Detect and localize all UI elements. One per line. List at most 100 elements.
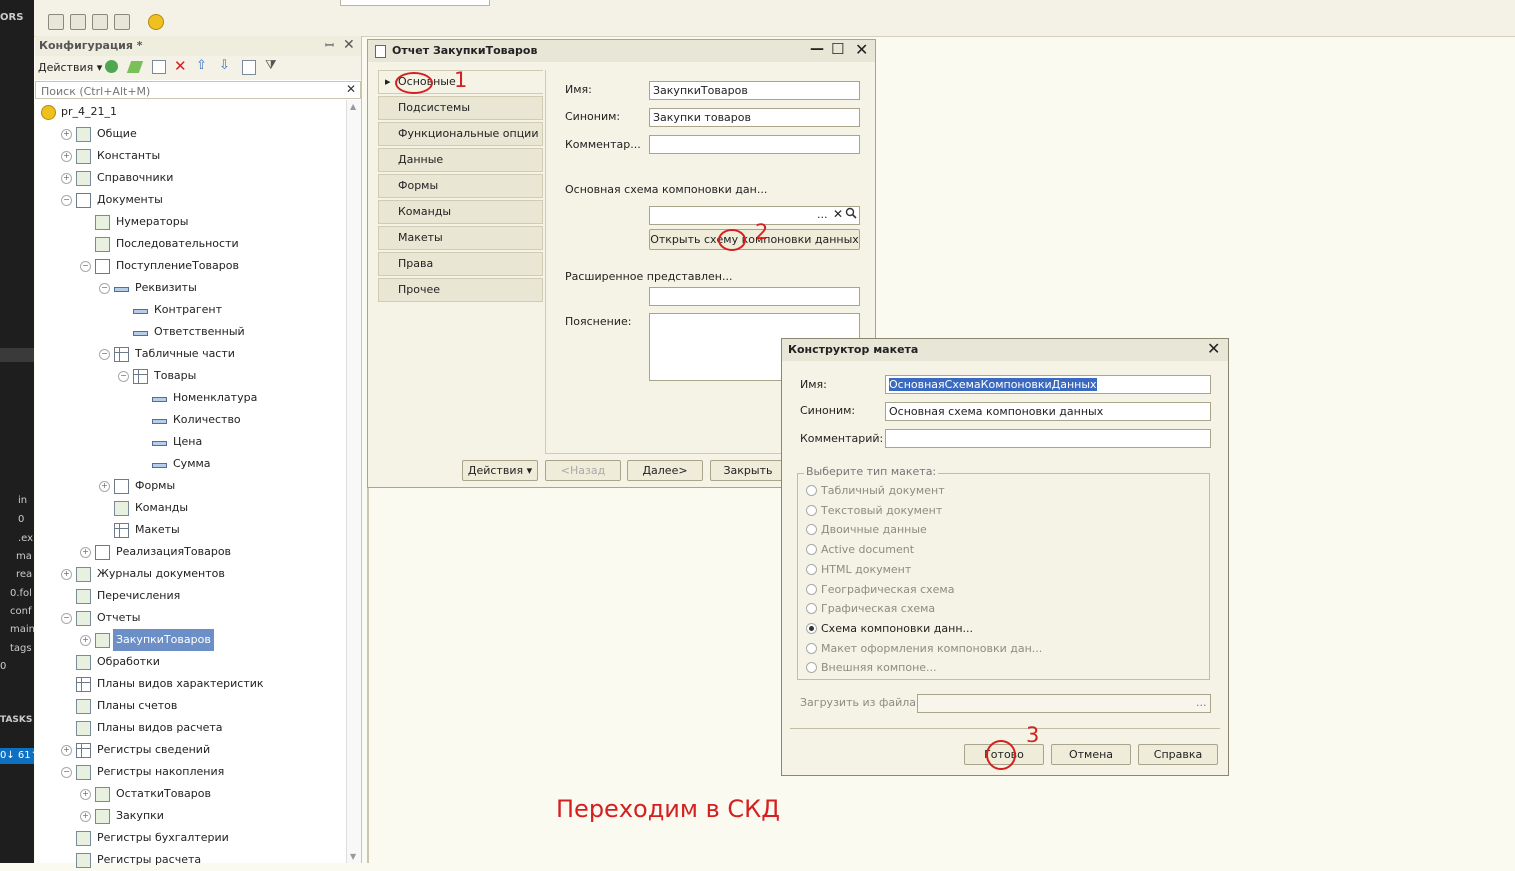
cancel-button[interactable]: Отмена (1051, 744, 1131, 765)
move-down-icon[interactable]: ⇩ (219, 58, 230, 73)
delete-icon[interactable]: ✕ (174, 57, 187, 75)
name-field[interactable]: ЗакупкиТоваров (649, 81, 860, 100)
load-file-field[interactable] (917, 694, 1211, 713)
actions-menu[interactable]: Действия ▾ (38, 61, 102, 74)
tree-item[interactable]: + Константы (35, 145, 345, 167)
tree-item[interactable]: − ПоступлениеТоваров (35, 255, 345, 277)
tree-item[interactable]: pr_4_21_1 (35, 101, 345, 123)
tree-item[interactable]: Команды (35, 497, 345, 519)
tab-6[interactable]: Макеты (378, 226, 543, 250)
tree-item[interactable]: Номенклатура (35, 387, 345, 409)
search-input[interactable] (39, 83, 333, 99)
tree-item[interactable]: Регистры расчета (35, 849, 345, 871)
tree-item[interactable]: − Товары (35, 365, 345, 387)
dlg-synonym-field[interactable]: Основная схема компоновки данных (885, 402, 1211, 421)
run-icon[interactable] (148, 14, 164, 30)
collapse-icon[interactable]: − (99, 283, 110, 294)
tree-item[interactable]: − Табличные части (35, 343, 345, 365)
move-up-icon[interactable]: ⇧ (196, 58, 207, 73)
tree-item[interactable]: − Документы (35, 189, 345, 211)
toolbar-icon[interactable] (92, 14, 108, 30)
expand-icon[interactable]: + (61, 129, 72, 140)
tree-item[interactable]: + ОстаткиТоваров (35, 783, 345, 805)
expand-icon[interactable]: + (80, 789, 91, 800)
tree-item[interactable]: Обработки (35, 651, 345, 673)
collapse-icon[interactable]: − (61, 195, 72, 206)
tab-3[interactable]: Данные (378, 148, 543, 172)
minimize-icon[interactable]: — (810, 41, 824, 57)
radio-icon[interactable] (806, 622, 817, 634)
radio-icon[interactable] (806, 563, 817, 575)
tree-item[interactable]: Планы видов характеристик (35, 673, 345, 695)
tab-2[interactable]: Функциональные опции (378, 122, 543, 146)
tree-item[interactable]: + РеализацияТоваров (35, 541, 345, 563)
help-button[interactable]: Справка (1138, 744, 1218, 765)
expand-icon[interactable]: + (80, 635, 91, 646)
filter-icon[interactable]: ⧩ (265, 58, 277, 73)
tree-item[interactable]: Перечисления (35, 585, 345, 607)
actions-button[interactable]: Действия ▾ (462, 460, 538, 481)
expand-icon[interactable]: + (61, 151, 72, 162)
copy-icon[interactable] (152, 60, 166, 74)
dlg-name-field[interactable]: ОсновнаяСхемаКомпоновкиДанных (885, 375, 1211, 394)
edit-icon[interactable] (126, 61, 144, 73)
tree-item[interactable]: + Справочники (35, 167, 345, 189)
tree-item[interactable]: − Регистры накопления (35, 761, 345, 783)
search-clear-icon[interactable]: ✕ (346, 82, 356, 96)
tree-item[interactable]: Регистры бухгалтерии (35, 827, 345, 849)
toolbar-icon[interactable] (70, 14, 86, 30)
add-icon[interactable] (105, 60, 118, 73)
tree-item[interactable]: + ЗакупкиТоваров (35, 629, 345, 651)
tree-item[interactable]: − Реквизиты (35, 277, 345, 299)
browse-icon[interactable]: ... (1196, 696, 1207, 709)
close-button[interactable]: Закрыть (710, 460, 786, 481)
tree-item[interactable]: + Журналы документов (35, 563, 345, 585)
expand-icon[interactable]: + (61, 745, 72, 756)
expand-icon[interactable]: + (80, 811, 91, 822)
close-icon[interactable]: ✕ (1207, 339, 1220, 358)
expand-icon[interactable]: + (99, 481, 110, 492)
more-icon[interactable]: ... (817, 208, 828, 221)
tab-5[interactable]: Команды (378, 200, 543, 224)
search-icon[interactable] (845, 206, 857, 221)
collapse-icon[interactable]: − (99, 349, 110, 360)
toolbar-icon[interactable] (48, 14, 64, 30)
tree-item[interactable]: Планы видов расчета (35, 717, 345, 739)
dlg-comment-field[interactable] (885, 429, 1211, 448)
next-button[interactable]: Далее> (627, 460, 703, 481)
collapse-icon[interactable]: − (61, 767, 72, 778)
tab-4[interactable]: Формы (378, 174, 543, 198)
collapse-icon[interactable]: − (118, 371, 129, 382)
back-button[interactable]: <Назад (545, 460, 621, 481)
tree-item[interactable]: + Формы (35, 475, 345, 497)
radio-icon[interactable] (806, 504, 817, 516)
tree-item[interactable]: + Закупки (35, 805, 345, 827)
tree-item[interactable]: Планы счетов (35, 695, 345, 717)
tree-item[interactable]: + Регистры сведений (35, 739, 345, 761)
tree-item[interactable]: Цена (35, 431, 345, 453)
comment-field[interactable] (649, 135, 860, 154)
synonym-field[interactable]: Закупки товаров (649, 108, 860, 127)
tree-item[interactable]: Сумма (35, 453, 345, 475)
radio-icon[interactable] (806, 485, 817, 496)
tab-8[interactable]: Прочее (378, 278, 543, 302)
tree-item[interactable]: + Общие (35, 123, 345, 145)
expand-icon[interactable]: + (61, 173, 72, 184)
tree-item[interactable]: Последовательности (35, 233, 345, 255)
clear-icon[interactable]: ✕ (833, 207, 843, 221)
collapse-icon[interactable]: − (80, 261, 91, 272)
tree-item[interactable]: Количество (35, 409, 345, 431)
sort-icon[interactable] (242, 60, 256, 75)
close-icon[interactable]: ✕ (855, 40, 868, 59)
maximize-icon[interactable]: ☐ (831, 40, 844, 58)
expand-icon[interactable]: + (80, 547, 91, 558)
radio-icon[interactable] (806, 642, 817, 654)
extended-field[interactable] (649, 287, 860, 306)
tree-item[interactable]: Контрагент (35, 299, 345, 321)
tab-7[interactable]: Права (378, 252, 543, 276)
close-icon[interactable]: ✕ (343, 37, 355, 53)
tree-scrollbar[interactable]: ▲ ▼ (346, 100, 361, 863)
tree-item[interactable]: Нумераторы (35, 211, 345, 233)
expand-icon[interactable]: + (61, 569, 72, 580)
radio-icon[interactable] (806, 583, 817, 595)
